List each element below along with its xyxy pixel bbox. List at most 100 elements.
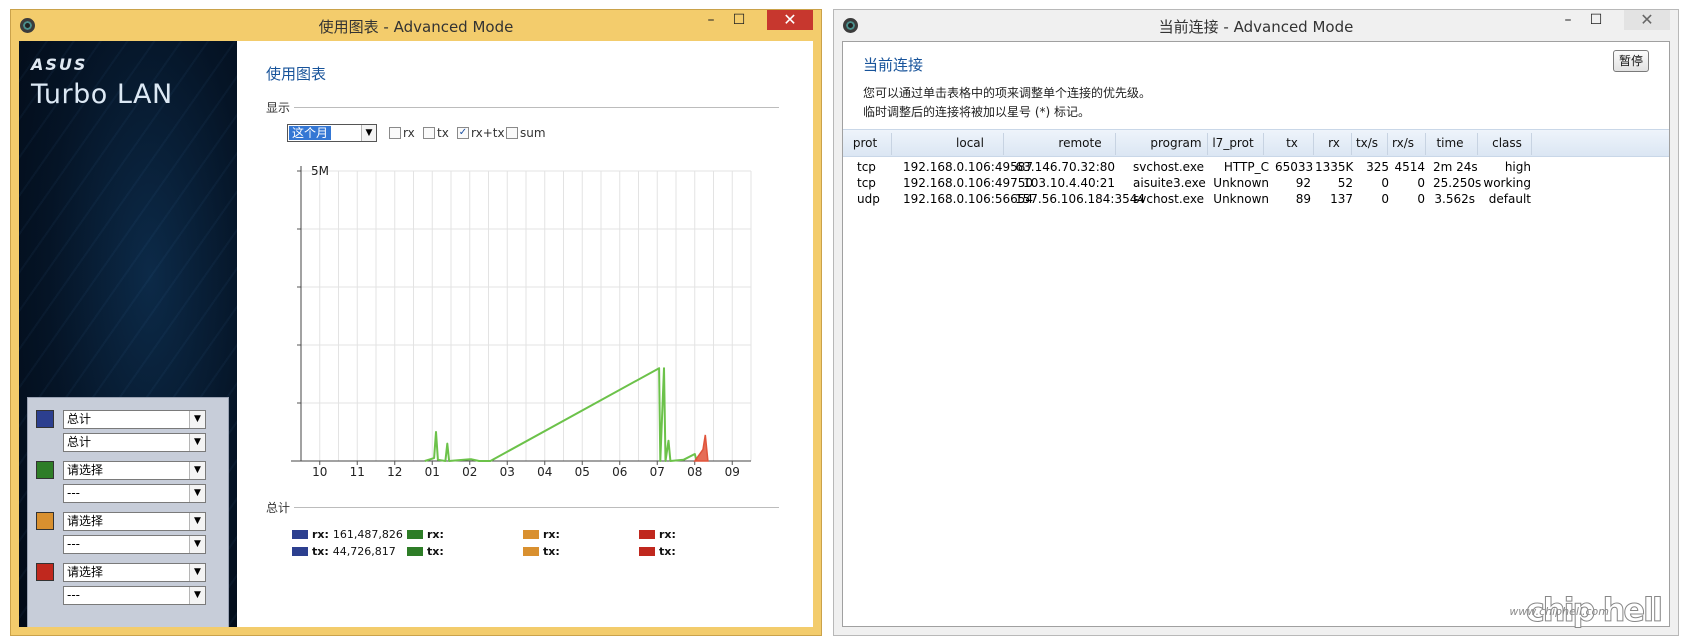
total-section-label: 总计 (266, 501, 291, 515)
rx-tx-checkbox[interactable]: ✓ rx+tx (457, 126, 505, 140)
series-line-green (424, 367, 698, 462)
legend-label: tx: (543, 545, 560, 558)
page-title: 使用图表 (266, 65, 327, 83)
series-4-primary-select[interactable]: 请选择 ▼ (63, 563, 206, 582)
x-tick-label: 01 (425, 465, 440, 479)
series-1-primary-select[interactable]: 总计 ▼ (63, 410, 206, 429)
column-separator[interactable] (1207, 133, 1208, 155)
product-name: Turbo LAN (31, 79, 173, 110)
series-4-secondary-select[interactable]: --- ▼ (63, 586, 206, 605)
cell-time: 2m 24s (1433, 160, 1478, 174)
legend-label: rx: (543, 528, 560, 541)
cell-class: default (1488, 192, 1531, 206)
cell-program: svchost.exe (1133, 160, 1204, 174)
series-3-swatch (36, 512, 54, 530)
column-separator[interactable] (1425, 133, 1426, 155)
column-header-prot[interactable]: prot (835, 136, 895, 150)
checkbox-sum-box[interactable] (506, 127, 518, 139)
chevron-down-icon: ▼ (189, 434, 205, 451)
table-body: tcp 192.168.0.106:49587 63.146.70.32:80 svc… (843, 157, 1669, 207)
legend-swatch (639, 547, 655, 556)
cell-rx: 137 (1330, 192, 1353, 206)
connections-table: prot local remote program l7_prot tx rx tx/s rx/… (843, 129, 1669, 207)
cell-rxs: 0 (1417, 176, 1425, 190)
chevron-down-icon: ▼ (189, 411, 205, 428)
series-3-primary-select[interactable]: 请选择 ▼ (63, 512, 206, 531)
window-client: 当前连接 暂停 您可以通过单击表格中的项来调整单个连接的优先级。 临时调整后的连… (842, 41, 1670, 627)
x-tick-label: 05 (575, 465, 590, 479)
column-header-program[interactable]: program (1146, 136, 1206, 150)
x-tick-label: 07 (650, 465, 665, 479)
chevron-down-icon: ▼ (189, 462, 205, 479)
chevron-down-icon: ▼ (189, 485, 205, 502)
cell-l7prot: Unknown (1213, 176, 1269, 190)
series-1-swatch (36, 410, 54, 428)
column-separator[interactable] (1263, 133, 1264, 155)
cell-class: high (1504, 160, 1531, 174)
column-separator[interactable] (1003, 133, 1004, 155)
description-line-2: 临时调整后的连接将被加以星号 (*) 标记。 (863, 105, 1090, 119)
column-separator[interactable] (1531, 133, 1532, 155)
checkbox-rx-box[interactable] (389, 127, 401, 139)
close-button[interactable]: ✕ (767, 10, 813, 30)
maximize-button[interactable]: ☐ (1582, 10, 1610, 30)
description-line-1: 您可以通过单击表格中的项来调整单个连接的优先级。 (863, 86, 1152, 100)
table-row[interactable]: tcp 192.168.0.106:49750 103.10.4.40:21 aisu… (843, 175, 1669, 191)
table-row[interactable]: tcp 192.168.0.106:49587 63.146.70.32:80 svc… (843, 159, 1669, 175)
connections-window: 当前连接 - Advanced Mode – ☐ ✕ 当前连接 暂停 您可以通过… (833, 9, 1679, 636)
usage-chart: 5M 10 11 12 01 02 03 04 05 06 07 08 09 (291, 164, 752, 479)
series-2-primary-select[interactable]: 请选择 ▼ (63, 461, 206, 480)
tx-checkbox[interactable]: tx (423, 126, 449, 140)
table-header: prot local remote program l7_prot tx rx tx/s rx/… (843, 129, 1669, 157)
cell-tx: 92 (1295, 176, 1311, 190)
cell-txs: 325 (1366, 160, 1389, 174)
x-tick-label: 04 (537, 465, 552, 479)
period-select[interactable]: 这个月 ▼ (287, 124, 377, 142)
cell-prot: udp (857, 192, 880, 206)
legend-1-tx: tx: 44,726,817 (292, 545, 396, 558)
column-header-time[interactable]: time (1420, 136, 1480, 150)
series-2-swatch (36, 461, 54, 479)
column-header-class[interactable]: class (1477, 136, 1537, 150)
legend-label: rx: (427, 528, 444, 541)
chevron-down-icon: ▼ (189, 564, 205, 581)
window-title: 当前连接 - Advanced Mode (1158, 18, 1354, 36)
chevron-down-icon: ▼ (189, 587, 205, 604)
column-header-l7prot[interactable]: l7_prot (1203, 136, 1263, 150)
title-bar[interactable]: 使用图表 - Advanced Mode – ☐ ✕ (11, 10, 821, 40)
column-header-local[interactable]: local (940, 136, 1000, 150)
series-3-secondary-select[interactable]: --- ▼ (63, 535, 206, 554)
cell-remote: 103.10.4.40:21 (1023, 176, 1115, 190)
title-bar[interactable]: 当前连接 - Advanced Mode – ☐ ✕ (834, 10, 1678, 40)
cell-tx: 89 (1295, 192, 1311, 206)
chevron-down-icon: ▼ (361, 125, 376, 141)
cell-prot: tcp (857, 160, 876, 174)
series-2-secondary-select[interactable]: --- ▼ (63, 484, 206, 503)
table-row[interactable]: udp 192.168.0.106:56654 157.56.106.184:354… (843, 191, 1669, 207)
minimize-button[interactable]: – (1554, 10, 1582, 30)
legend-2-tx: tx: (407, 545, 448, 558)
minimize-button[interactable]: – (697, 10, 725, 30)
maximize-button[interactable]: ☐ (725, 10, 753, 30)
cell-txs: 0 (1381, 176, 1389, 190)
checkbox-rxtx-box[interactable]: ✓ (457, 127, 469, 139)
cell-program: svchost.exe (1133, 192, 1204, 206)
legend-4-rx: rx: (639, 528, 680, 541)
pause-button[interactable]: 暂停 (1613, 50, 1649, 72)
x-tick-label: 09 (725, 465, 740, 479)
checkbox-tx-box[interactable] (423, 127, 435, 139)
cell-class: working (1483, 176, 1531, 190)
cell-l7prot: Unknown (1213, 192, 1269, 206)
column-separator[interactable] (1115, 133, 1116, 155)
cell-time: 25.250s (1433, 176, 1482, 190)
sum-checkbox[interactable]: sum (506, 126, 546, 140)
column-separator[interactable] (1477, 133, 1478, 155)
column-header-remote[interactable]: remote (1050, 136, 1110, 150)
series-1-secondary-select[interactable]: 总计 ▼ (63, 433, 206, 452)
column-separator[interactable] (1351, 133, 1352, 155)
close-button[interactable]: ✕ (1624, 10, 1670, 30)
column-separator[interactable] (891, 133, 892, 155)
column-separator[interactable] (1387, 133, 1388, 155)
rx-checkbox[interactable]: rx (389, 126, 415, 140)
column-separator[interactable] (1313, 133, 1314, 155)
